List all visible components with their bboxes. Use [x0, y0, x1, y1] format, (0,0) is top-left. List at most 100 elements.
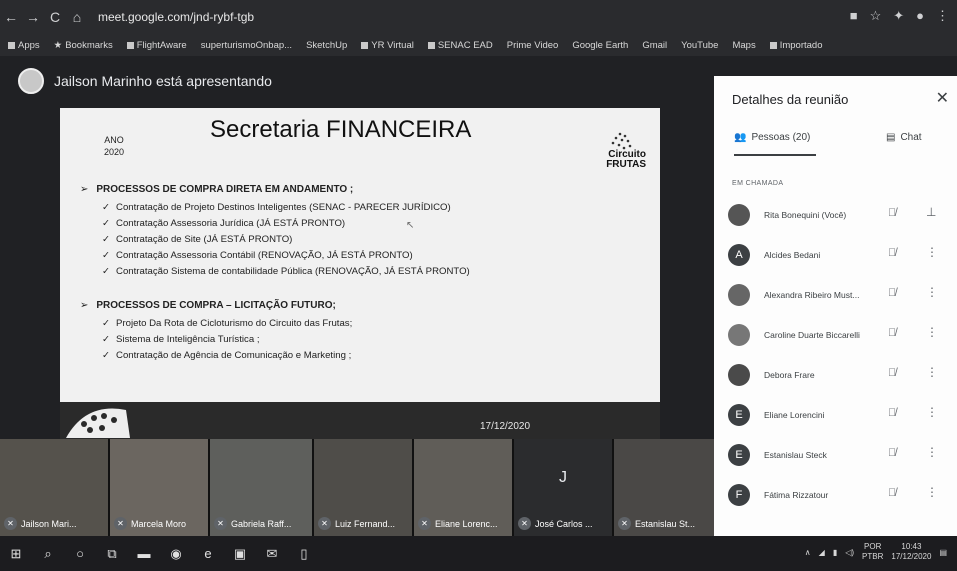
mic-off-icon: ✕	[214, 517, 227, 530]
notifications-icon[interactable]: ▤	[939, 548, 947, 557]
list-item: Contratação de Site (JÁ ESTÁ PRONTO)	[102, 234, 292, 245]
file-explorer-icon[interactable]: ▬	[128, 546, 160, 561]
bookmark-gmail[interactable]: Gmail	[642, 40, 667, 51]
clock[interactable]: 10:43 17/12/2020	[891, 542, 931, 562]
edge-icon[interactable]: e	[192, 546, 224, 561]
list-item: Contratação de Projeto Destinos Intelige…	[102, 202, 451, 213]
volume-icon[interactable]: ◁)	[845, 548, 854, 557]
battery-icon[interactable]: ▮	[833, 548, 837, 557]
more-options-icon[interactable]: ⋮	[926, 485, 938, 499]
home-icon[interactable]: ⌂	[66, 9, 88, 25]
language-indicator[interactable]: POR PTBR	[862, 542, 883, 562]
back-icon[interactable]: ←	[0, 9, 22, 25]
store-icon[interactable]: ▣	[224, 546, 256, 562]
search-icon[interactable]: ⌕	[32, 546, 64, 562]
more-options-icon[interactable]: ⋮	[926, 365, 938, 379]
clock-date: 17/12/2020	[891, 552, 932, 561]
presenter-bar: Jailson Marinho está apresentando	[18, 68, 272, 94]
tab-label: Pessoas (20)	[751, 132, 811, 143]
bookmark-bookmarks[interactable]: ★ Bookmarks	[54, 40, 113, 51]
mail-icon[interactable]: ✉	[256, 546, 288, 562]
participant-name: Debora Frare	[764, 370, 815, 380]
participant-row[interactable]: Caroline Duarte Biccarelli 🎙̸ ⋮	[728, 320, 953, 350]
bookmark-senac[interactable]: SENAC EAD	[427, 40, 493, 51]
participant-row[interactable]: Debora Frare 🎙̸ ⋮	[728, 360, 953, 390]
bookmarks-bar: Apps ★ Bookmarks FlightAware superturismo…	[0, 34, 957, 56]
participant-tile[interactable]: ✕ Eliane Lorenc...	[414, 439, 514, 536]
participant-row[interactable]: Rita Bonequini (Você) 🎙̸ ⊥	[728, 200, 953, 230]
mic-off-icon: 🎙̸	[888, 287, 897, 299]
more-options-icon[interactable]: ⋮	[926, 445, 938, 459]
tile-name: Jailson Mari...	[21, 518, 77, 529]
avatar: E	[728, 444, 750, 466]
meeting-details-panel: Detalhes da reunião ✕ 👥 Pessoas (20) ▤ Cha…	[714, 76, 957, 546]
participant-row[interactable]: Alexandra Ribeiro Must... 🎙̸ ⋮	[728, 280, 953, 310]
extension-icon[interactable]: ■	[850, 8, 858, 24]
bookmark-superturismo[interactable]: superturismoOnbap...	[201, 40, 292, 51]
more-options-icon[interactable]: ⋮	[926, 405, 938, 419]
cortana-icon[interactable]: ○	[64, 546, 96, 561]
chevron-up-icon[interactable]: ∧	[805, 548, 811, 557]
tile-label: ✕ Eliane Lorenc...	[418, 517, 498, 530]
participant-tile[interactable]: ✕ Gabriela Raff...	[210, 439, 314, 536]
tab-chat[interactable]: ▤ Chat	[886, 132, 922, 143]
bookmark-yr-virtual[interactable]: YR Virtual	[361, 40, 414, 51]
participant-name: Fátima Rizzatour	[764, 490, 829, 500]
bookmark-icon	[427, 41, 435, 49]
more-options-icon[interactable]: ⋮	[926, 245, 938, 259]
list-item: Contratação de Agência de Comunicação e …	[102, 350, 351, 361]
star-icon[interactable]: ☆	[870, 8, 882, 24]
avatar: A	[728, 244, 750, 266]
section-heading: PROCESSOS DE COMPRA DIRETA EM ANDAMENTO …	[80, 184, 353, 195]
avatar: F	[728, 484, 750, 506]
avatar	[728, 364, 750, 386]
participant-tile[interactable]: J ✕ José Carlos ...	[514, 439, 614, 536]
tile-name: Marcela Moro	[131, 518, 187, 529]
reload-icon[interactable]: C	[44, 9, 66, 25]
bookmark-google-earth[interactable]: Google Earth	[572, 40, 628, 51]
tile-name: Gabriela Raff...	[231, 518, 292, 529]
participant-row[interactable]: E Eliane Lorencini 🎙̸ ⋮	[728, 400, 953, 430]
tile-label: ✕ Marcela Moro	[114, 517, 186, 530]
chat-icon: ▤	[886, 132, 896, 143]
chrome-icon[interactable]: ◉	[160, 546, 192, 562]
tile-label: ✕ Estanislau St...	[618, 517, 695, 530]
tab-people[interactable]: 👥 Pessoas (20)	[734, 132, 810, 143]
close-icon[interactable]: ✕	[936, 88, 949, 108]
bookmark-prime[interactable]: Prime Video	[507, 40, 559, 51]
menu-icon[interactable]: ⋮	[936, 8, 949, 24]
avatar	[728, 324, 750, 346]
forward-icon[interactable]: →	[22, 9, 44, 25]
participant-row[interactable]: A Alcides Bedani 🎙̸ ⋮	[728, 240, 953, 270]
pin-icon[interactable]: ⊥	[926, 205, 936, 219]
participant-name: Caroline Duarte Biccarelli	[764, 330, 860, 340]
participant-row[interactable]: E Estanislau Steck 🎙̸ ⋮	[728, 440, 953, 470]
windows-start-icon[interactable]: ⊞	[0, 546, 32, 562]
logo-text: Circuito FRUTAS	[606, 149, 646, 170]
bookmark-youtube[interactable]: YouTube	[681, 40, 718, 51]
pin-icon[interactable]: ✦	[893, 8, 904, 24]
avatar	[18, 68, 44, 94]
participant-tile[interactable]: ✕ Jailson Mari...	[0, 439, 110, 536]
bookmark-sketchup[interactable]: SketchUp	[306, 40, 347, 51]
more-options-icon[interactable]: ⋮	[926, 285, 938, 299]
tile-label: ✕ Gabriela Raff...	[214, 517, 291, 530]
bookmark-importado[interactable]: Importado	[769, 40, 822, 51]
participant-tile[interactable]: ✕ Luiz Fernand...	[314, 439, 414, 536]
mic-off-icon: 🎙̸	[888, 247, 897, 259]
more-options-icon[interactable]: ⋮	[926, 325, 938, 339]
bookmark-maps[interactable]: Maps	[732, 40, 755, 51]
app-icon[interactable]: ▯	[288, 546, 320, 562]
task-view-icon[interactable]: ⧉	[96, 546, 128, 562]
participant-tile[interactable]: ✕ Marcela Moro	[110, 439, 210, 536]
bookmark-apps[interactable]: Apps	[8, 40, 40, 51]
network-icon[interactable]: ◢	[819, 548, 825, 557]
participant-tile[interactable]: ✕ Estanislau St...	[614, 439, 714, 536]
address-bar[interactable]: meet.google.com/jnd-rybf-tgb	[98, 10, 254, 24]
bookmark-flightaware[interactable]: FlightAware	[126, 40, 187, 51]
people-icon: 👥	[734, 132, 747, 143]
profile-icon[interactable]: ●	[916, 8, 924, 24]
clock-time: 10:43	[901, 542, 922, 551]
panel-title: Detalhes da reunião	[732, 92, 849, 107]
participant-row[interactable]: F Fátima Rizzatour 🎙̸ ⋮	[728, 480, 953, 510]
